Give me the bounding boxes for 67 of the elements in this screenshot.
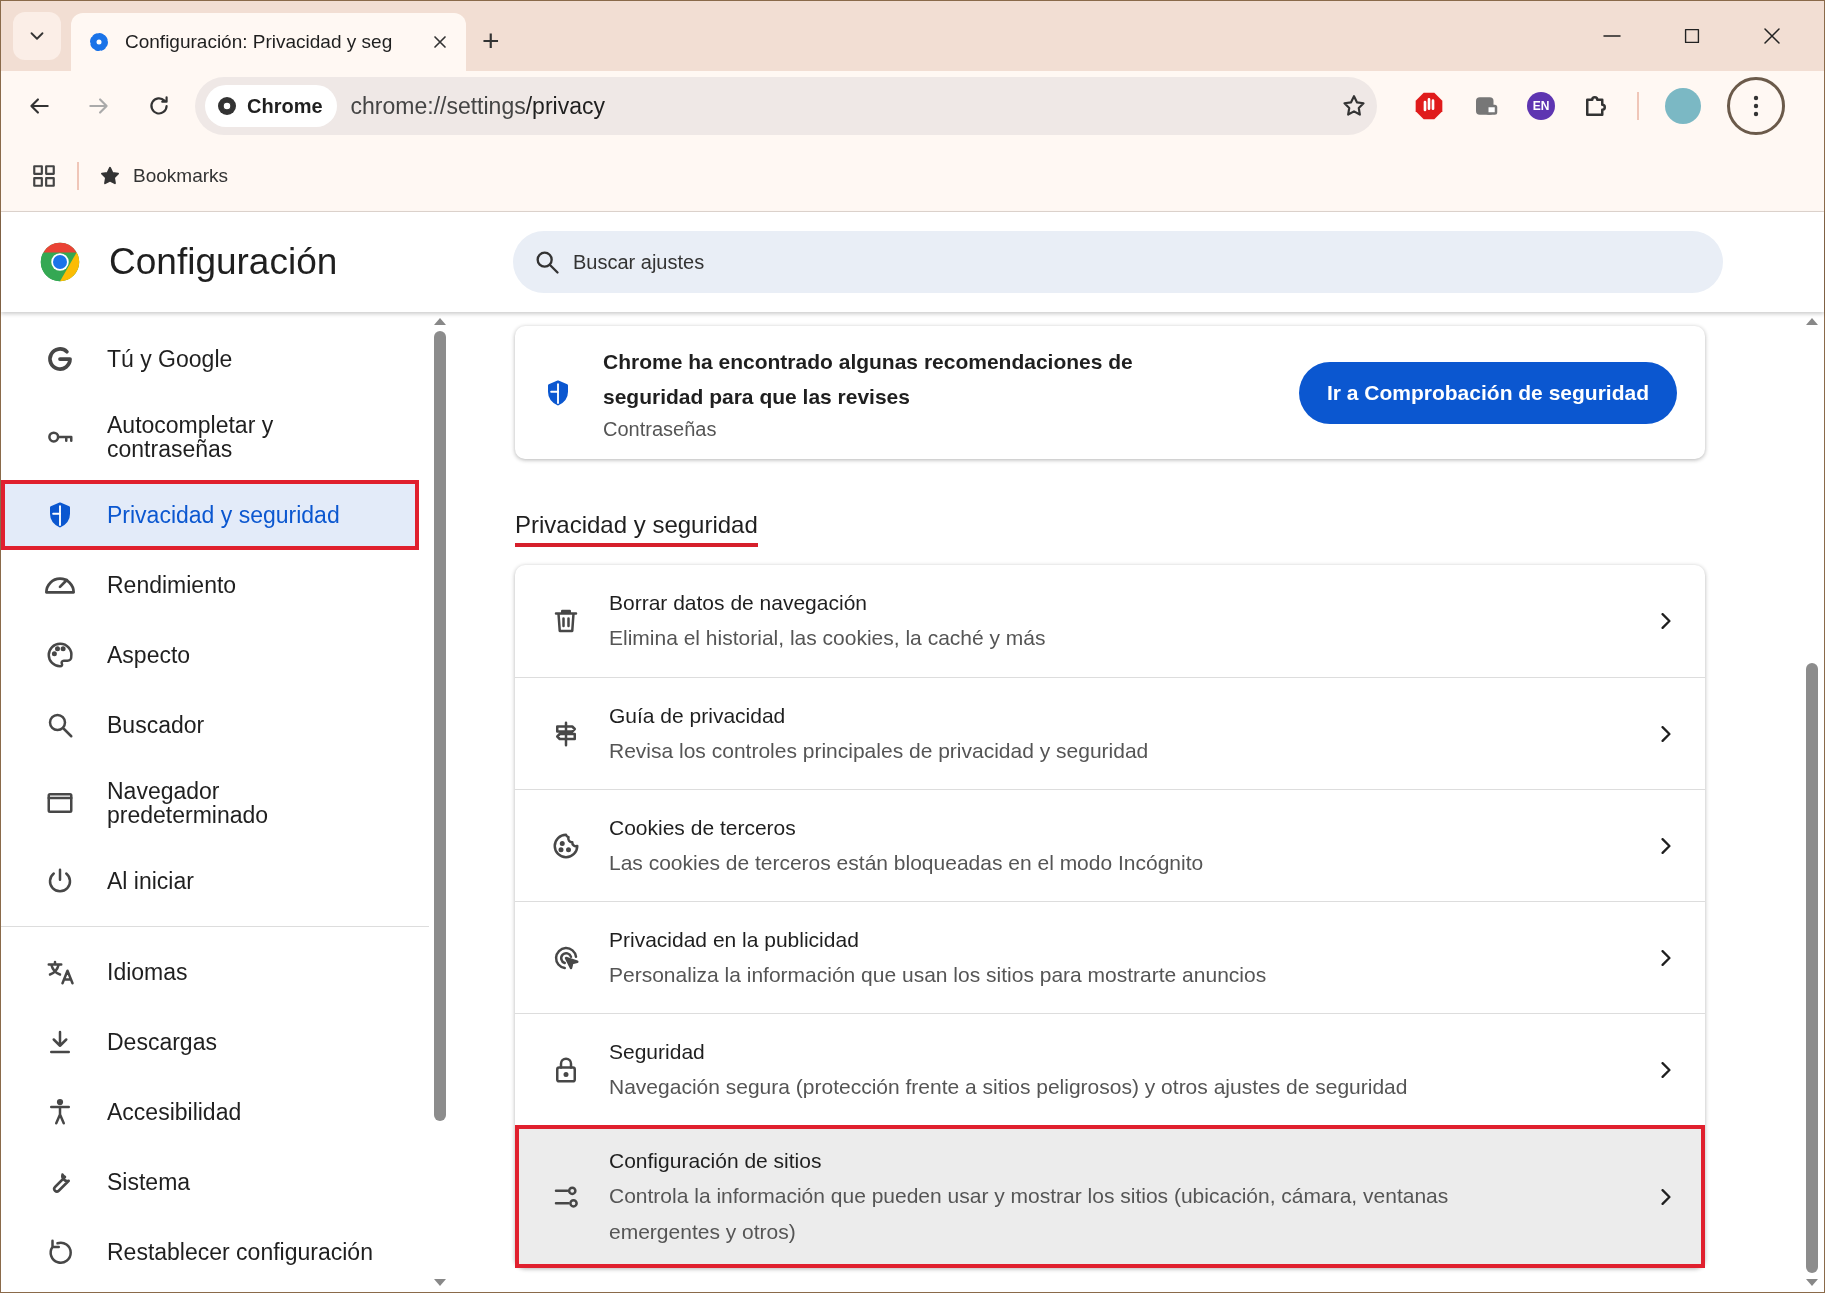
- safety-category: Contraseñas: [603, 418, 718, 441]
- sidebar-item[interactable]: Rendimiento: [1, 550, 419, 620]
- scroll-down-arrow-icon[interactable]: [434, 1279, 446, 1286]
- row-description: Controla la información que pueden usar y mostrar los sitios (ubicación, cámara, ventanas emergentes y otros): [609, 1183, 1450, 1245]
- chrome-logo-icon: [39, 241, 81, 283]
- scroll-up-arrow-icon[interactable]: [434, 318, 446, 325]
- row-title: Borrar datos de navegación: [609, 590, 868, 616]
- sidebar-item[interactable]: Al iniciar: [1, 846, 419, 916]
- scroll-up-arrow-icon[interactable]: [1806, 318, 1818, 325]
- chevron-right-icon: [1661, 949, 1671, 966]
- chevron-right-icon: [1661, 725, 1671, 742]
- profile-avatar[interactable]: [1665, 88, 1701, 124]
- sidebar-item[interactable]: Idiomas: [1, 937, 419, 1007]
- gauge-icon: [45, 576, 75, 594]
- star-icon: [99, 165, 121, 187]
- row-description: Personaliza la información que usan los sitios para mostrarte anuncios: [609, 961, 1268, 988]
- new-tab-button[interactable]: +: [476, 23, 506, 59]
- language-badge[interactable]: EN: [1527, 92, 1555, 120]
- sidebar-item[interactable]: Descargas: [1, 1007, 419, 1077]
- row-description: Revisa los controles principales de privacidad y seguridad: [609, 737, 1150, 764]
- sidebar-item[interactable]: Navegador predeterminado: [1, 760, 419, 846]
- chevron-right-icon: [1661, 1061, 1671, 1078]
- sidebar-item[interactable]: Restablecer configuración: [1, 1217, 419, 1287]
- settings-row[interactable]: Cookies de terceros Las cookies de terceros están bloqueadas en el modo Incógnito: [515, 789, 1705, 901]
- stop-hand-icon: [1413, 90, 1445, 122]
- row-title: Privacidad en la publicidad: [609, 926, 860, 953]
- row-description: Elimina el historial, las cookies, la caché y más: [609, 625, 1047, 651]
- menu-button[interactable]: [1727, 77, 1785, 135]
- sidebar-item[interactable]: Autocompletar y contraseñas: [1, 394, 419, 480]
- safety-message: Chrome ha encontrado algunas recomendaciones de seguridad para que las revises: [603, 349, 1134, 410]
- sidebar-item[interactable]: Buscador: [1, 690, 419, 760]
- row-description: Las cookies de terceros están bloqueadas en el modo Incógnito: [609, 849, 1205, 876]
- palette-icon: [45, 640, 75, 670]
- address-bar[interactable]: Chrome chrome://settings/privacy: [195, 77, 1377, 135]
- settings-row[interactable]: Guía de privacidad Revisa los controles principales de privacidad y seguridad: [515, 677, 1705, 789]
- search-field[interactable]: Buscar ajustes: [513, 231, 1723, 293]
- sidebar-item[interactable]: Aspecto: [1, 620, 419, 690]
- minimize-icon: [1603, 35, 1621, 37]
- chrome-logo-icon: [215, 94, 239, 118]
- url-text: chrome://settings/privacy: [350, 92, 606, 120]
- settings-title: Configuración: [109, 241, 338, 283]
- bookmarks-link[interactable]: Bookmarks: [99, 165, 229, 187]
- row-description: Navegación segura (protección frente a sitios peligrosos) y otros ajustes de seguridad: [609, 1073, 1409, 1100]
- star-icon: [1341, 93, 1367, 119]
- settings-row[interactable]: Privacidad en la publicidad Personaliza la información que usan los sitios para mostrarte anuncios: [515, 901, 1705, 1013]
- row-title: Configuración de sitios: [609, 1148, 823, 1174]
- sidebar-item[interactable]: Tú y Google: [1, 324, 419, 394]
- row-title: Seguridad: [609, 1038, 706, 1065]
- row-title: Guía de privacidad: [609, 702, 787, 729]
- chevron-right-icon: [1661, 837, 1671, 854]
- apps-grid-icon: [31, 163, 57, 189]
- settings-row[interactable]: Configuración de sitios Controla la información que pueden usar y mostrar los sitios (ubicación, cámara, ventanas emergentes y otros): [515, 1125, 1705, 1268]
- sidebar-item[interactable]: Privacidad y seguridad: [1, 480, 419, 550]
- chevron-right-icon: [1661, 1189, 1671, 1205]
- sidebar-item[interactable]: Sistema: [1, 1147, 419, 1217]
- scroll-down-arrow-icon[interactable]: [1806, 1279, 1818, 1286]
- section-title: Privacidad y seguridad: [515, 511, 758, 547]
- browser-tab[interactable]: Configuración: Privacidad y seg: [71, 13, 466, 71]
- google-g-icon: [45, 344, 75, 374]
- settings-row[interactable]: Borrar datos de navegación Elimina el historial, las cookies, la caché y más: [515, 565, 1705, 677]
- more-vertical-icon: [1753, 95, 1759, 117]
- safety-check-button[interactable]: Ir a Comprobación de seguridad: [1298, 361, 1677, 424]
- sidebar-item[interactable]: Accesibilidad: [1, 1077, 419, 1147]
- site-chip[interactable]: Chrome: [205, 85, 337, 127]
- chevron-right-icon: [1661, 613, 1671, 629]
- row-title: Cookies de terceros: [609, 814, 797, 841]
- tab-title: Configuración: Privacidad y seg: [125, 31, 394, 53]
